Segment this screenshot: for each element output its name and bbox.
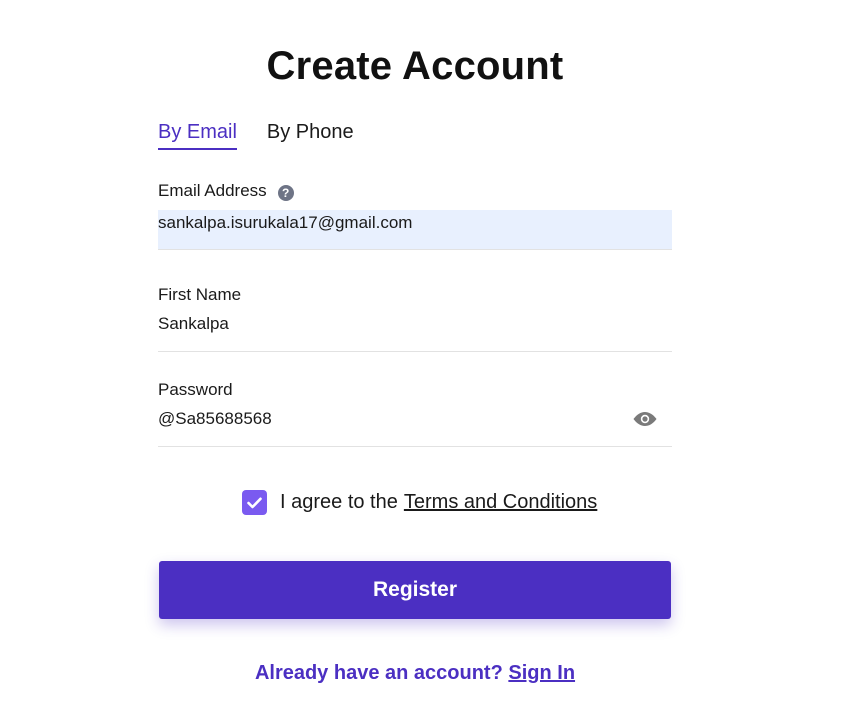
password-field[interactable]: @Sa85688568 (158, 407, 672, 447)
signin-prompt-text: Already have an account? (254, 662, 503, 684)
terms-agreement: I agree to the Terms and Conditions (242, 490, 597, 515)
signin-prompt: Already have an account? Sign In (0, 662, 830, 685)
agree-checkbox[interactable] (242, 490, 267, 515)
email-field-group: Email Address ? sankalpa.isurukala17@gma… (158, 181, 672, 250)
email-field[interactable]: sankalpa.isurukala17@gmail.com (158, 210, 672, 250)
agree-text: I agree to the (280, 491, 398, 513)
register-button[interactable]: Register (159, 561, 671, 619)
first-name-field[interactable]: Sankalpa (158, 312, 672, 352)
help-icon[interactable]: ? (277, 184, 294, 201)
first-name-field-group: First Name Sankalpa (158, 285, 672, 352)
first-name-label: First Name (158, 285, 242, 304)
tab-by-email[interactable]: By Email (158, 121, 237, 150)
tab-by-phone[interactable]: By Phone (267, 121, 354, 150)
password-value: @Sa85688568 (158, 409, 272, 428)
password-label: Password (158, 380, 233, 399)
email-label: Email Address (158, 181, 267, 200)
password-field-group: Password @Sa85688568 (158, 380, 672, 447)
signin-link[interactable]: Sign In (508, 662, 575, 684)
check-icon (247, 497, 262, 508)
signup-method-tabs: By Email By Phone (158, 121, 354, 150)
page-title: Create Account (266, 44, 564, 88)
terms-link[interactable]: Terms and Conditions (404, 491, 597, 514)
create-account-page: Create Account By Email By Phone Email A… (0, 0, 856, 720)
eye-icon[interactable] (632, 409, 658, 429)
